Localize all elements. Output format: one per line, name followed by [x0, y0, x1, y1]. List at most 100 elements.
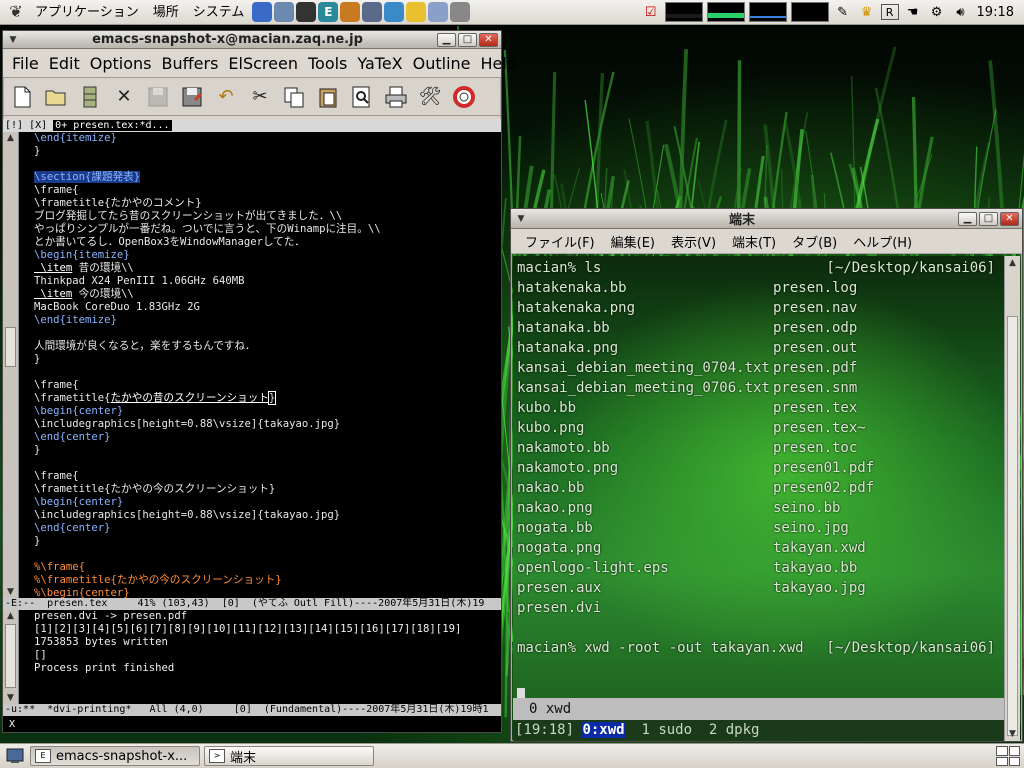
terminal-menu-1[interactable]: 編集(E) [603, 232, 663, 251]
menu-file[interactable]: File [7, 54, 44, 73]
screen-window-others[interactable]: 1 sudo 2 dpkg [625, 722, 759, 738]
workspace-switcher[interactable] [996, 746, 1020, 766]
volume-icon[interactable]: 🔊︎ [951, 2, 971, 22]
scroll-up-arrow-icon[interactable]: ▲ [3, 610, 18, 622]
paste-icon[interactable] [313, 82, 343, 112]
scroll-up-arrow-icon[interactable]: ▲ [1005, 256, 1020, 270]
menu-edit[interactable]: Edit [44, 54, 85, 73]
emacs-menubar: File Edit Options Buffers ElScreen Tools YaTeX… [3, 49, 517, 78]
output-scrollbar[interactable]: ▲ ▼ [3, 610, 19, 704]
help-icon[interactable] [449, 82, 479, 112]
menu-applications[interactable]: アプリケーション [28, 0, 146, 25]
terminal-menu-2[interactable]: 表示(V) [663, 232, 724, 251]
window-menu-icon[interactable]: ▼ [514, 214, 528, 224]
show-desktop-icon[interactable] [4, 747, 26, 765]
scroll-down-arrow-icon[interactable]: ▼ [3, 586, 18, 598]
workspace-1[interactable] [996, 746, 1008, 756]
terminal-icon[interactable] [296, 2, 317, 22]
emacs-titlebar[interactable]: ▼ emacs-snapshot-x@macian.zaq.ne.jp ▁ □ … [3, 31, 501, 49]
memory-monitor[interactable] [706, 2, 745, 22]
cut-icon[interactable]: ✂ [245, 82, 275, 112]
menu-outline[interactable]: Outline [408, 54, 476, 73]
checkmark-icon[interactable]: ☑ [641, 2, 661, 22]
workspace-3[interactable] [996, 756, 1008, 766]
terminal-menu-3[interactable]: 端末(T) [724, 232, 784, 251]
scroll-down-arrow-icon[interactable]: ▼ [1005, 727, 1020, 741]
screen-window-current[interactable]: 0:xwd [582, 722, 625, 738]
search-icon[interactable] [347, 82, 377, 112]
notes-icon[interactable] [406, 2, 427, 22]
taskbar-button[interactable]: Eemacs-snapshot-x... [30, 746, 200, 766]
network-icon[interactable]: ⚙ [927, 2, 947, 22]
output-scroll-thumb[interactable] [5, 624, 16, 688]
terminal-menu-5[interactable]: ヘルプ(H) [845, 232, 920, 251]
save-as-icon[interactable] [177, 82, 207, 112]
maximize-button[interactable]: □ [979, 211, 998, 226]
scroll-down-arrow-icon[interactable]: ▼ [3, 692, 18, 704]
menu-elscreen[interactable]: ElScreen [223, 54, 303, 73]
menu-buffers[interactable]: Buffers [157, 54, 224, 73]
code-line: } [34, 535, 501, 548]
dired-icon[interactable] [75, 82, 105, 112]
hand-icon[interactable]: ☚ [903, 2, 923, 22]
window-menu-icon[interactable]: ▼ [6, 35, 20, 45]
minimize-button[interactable]: ▁ [958, 211, 977, 226]
modeline-text: -u:** *dvi-printing* All (4,0) [0] (Fund… [5, 704, 489, 715]
menu-tools[interactable]: Tools [303, 54, 352, 73]
cpu-monitor[interactable] [664, 2, 703, 22]
terminal-menu-4[interactable]: タブ(B) [784, 232, 845, 251]
kill-buffer-icon[interactable]: ✕ [109, 82, 139, 112]
screen-window-list[interactable]: [19:18] 0:xwd 1 sudo 2 dpkg [513, 720, 1005, 741]
magnifier-icon[interactable] [450, 2, 471, 22]
butterfly-icon[interactable] [340, 2, 361, 22]
menu-places[interactable]: 場所 [146, 0, 186, 25]
terminal-titlebar[interactable]: ▼ 端末 ▁ □ ✕ [511, 209, 1022, 229]
menu-yatex[interactable]: YaTeX [352, 54, 407, 73]
menu-system[interactable]: システム [186, 0, 252, 25]
workspace-4[interactable] [1008, 756, 1020, 766]
workspace-2[interactable] [1008, 746, 1020, 756]
close-button[interactable]: ✕ [1000, 211, 1019, 226]
maximize-button[interactable]: □ [458, 32, 477, 47]
emacs-icon[interactable]: E [318, 2, 339, 22]
network-monitor[interactable] [748, 2, 787, 22]
firefox-icon[interactable] [252, 2, 273, 22]
open-folder-icon[interactable] [41, 82, 71, 112]
mail-icon[interactable] [274, 2, 295, 22]
minimize-button[interactable]: ▁ [437, 32, 456, 47]
editor-scroll-thumb[interactable] [5, 327, 16, 367]
tabline-prefix[interactable]: [!] [X] [5, 120, 53, 131]
modeline-presen[interactable]: -E:-- presen.tex 41% (103,43) [0] (やてふ O… [3, 598, 501, 610]
customize-icon[interactable]: 🛠︎ [415, 82, 445, 112]
image-viewer-icon[interactable] [428, 2, 449, 22]
terminal-menu-0[interactable]: ファイル(F) [517, 232, 603, 251]
modeline-dvi-printing[interactable]: -u:** *dvi-printing* All (4,0) [0] (Fund… [3, 704, 501, 716]
new-file-icon[interactable] [7, 82, 37, 112]
load-monitor[interactable] [790, 2, 829, 22]
print-icon[interactable] [381, 82, 411, 112]
minibuffer[interactable]: X [3, 718, 501, 732]
menu-options[interactable]: Options [85, 54, 157, 73]
scroll-up-arrow-icon[interactable]: ▲ [3, 132, 18, 144]
gnome-foot-icon[interactable]: ❦ [6, 2, 26, 22]
save-icon[interactable] [143, 82, 173, 112]
menu-help[interactable]: Help [476, 54, 522, 73]
taskbar-button[interactable]: > 端末 [204, 746, 374, 766]
compass-icon[interactable] [384, 2, 405, 22]
tex-editor[interactable]: \end{itemize}} \section{課題発表} \frame{\fra… [20, 132, 501, 598]
dvi-printing-output[interactable]: presen.dvi -> presen.pdf [1][2][3][4][5][… [20, 610, 501, 704]
elscreen-tabline[interactable]: [!] [X] 0+ presen.tex:*d... [3, 119, 501, 132]
close-button[interactable]: ✕ [479, 32, 498, 47]
crown-icon[interactable]: ♛ [857, 2, 877, 22]
editor-scrollbar[interactable]: ▲ ▼ [3, 132, 19, 598]
elscreen-tab-active[interactable]: 0+ presen.tex:*d... [53, 120, 172, 131]
clock[interactable]: 19:18 [973, 5, 1024, 20]
input-method-icon[interactable]: R [880, 4, 899, 20]
terminal-scroll-thumb[interactable] [1007, 316, 1018, 736]
gimp-icon[interactable] [362, 2, 383, 22]
terminal-scrollbar[interactable]: ▲ ▼ [1004, 256, 1020, 741]
undo-icon[interactable]: ↶ [211, 82, 241, 112]
pen-icon[interactable]: ✎ [833, 2, 853, 22]
terminal-screen[interactable]: 0 xwd [19:18] 0:xwd 1 sudo 2 dpkg macian… [513, 256, 1005, 741]
copy-icon[interactable] [279, 82, 309, 112]
